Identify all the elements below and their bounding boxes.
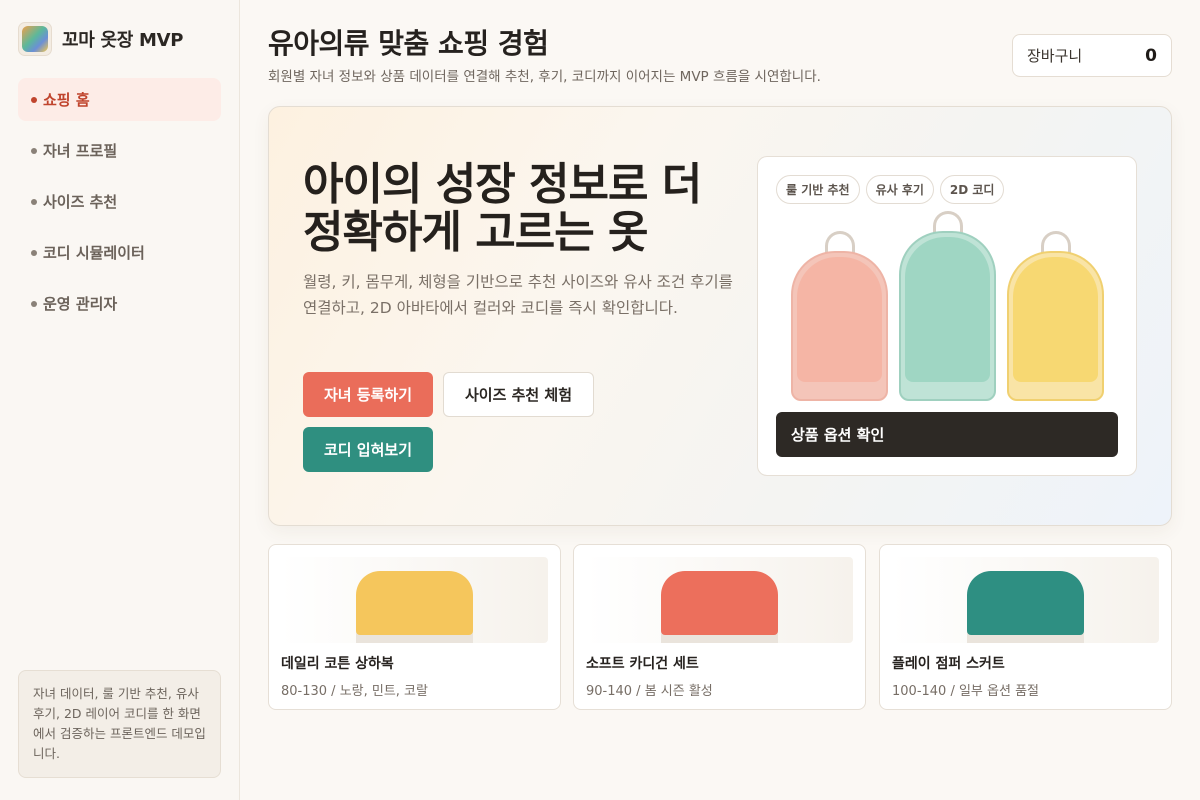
product-name: 플레이 점퍼 스커트 (892, 656, 1005, 672)
product-card[interactable]: 플레이 점퍼 스커트 100-140 / 일부 옵션 품절 (879, 544, 1172, 710)
cart-label: 장바구니 (1027, 47, 1083, 65)
bullet-icon (31, 249, 37, 256)
size-recommend-button[interactable]: 사이즈 추천 체험 (443, 372, 594, 417)
page-title: 유아의류 맞춤 쇼핑 경험 (268, 27, 549, 60)
shirt-icon (356, 571, 473, 635)
try-coordi-button[interactable]: 코디 입혀보기 (303, 427, 433, 472)
feature-chips: 룰 기반 추천 유사 후기 2D 코디 (776, 175, 1005, 204)
shirt-icon (661, 571, 778, 635)
bag-icon-mint (899, 211, 996, 401)
sidebar-item-shopping-home[interactable]: 쇼핑 홈 (18, 78, 221, 121)
product-thumbnail (586, 557, 853, 643)
product-meta: 100-140 / 일부 옵션 품절 (892, 684, 1039, 699)
shirt-icon (967, 571, 1084, 635)
sidebar-item-label: 운영 관리자 (43, 295, 118, 313)
hero-banner: 아이의 성장 정보로 더 정확하게 고르는 옷 월령, 키, 몸무게, 체형을 … (268, 106, 1172, 526)
bag-icon-yellow (1007, 231, 1104, 401)
product-card[interactable]: 소프트 카디건 세트 90-140 / 봄 시즌 활성 (573, 544, 866, 710)
sidebar-item-coordi-simulator[interactable]: 코디 시뮬레이터 (18, 231, 221, 274)
page-subtitle: 회원별 자녀 정보와 상품 데이터를 연결해 추천, 후기, 코디까지 이어지는… (268, 69, 821, 85)
hero-description: 월령, 키, 몸무게, 체형을 기반으로 추천 사이즈와 유사 조건 후기를 연… (303, 273, 733, 317)
brand-logo-icon (18, 22, 52, 56)
brand-name: 꼬마 옷장 MVP (62, 30, 184, 51)
chip-rule-recommend: 룰 기반 추천 (776, 175, 860, 204)
bullet-icon (31, 198, 37, 205)
sidebar-item-label: 사이즈 추천 (43, 193, 118, 211)
hero-title: 아이의 성장 정보로 더 정확하게 고르는 옷 (303, 159, 702, 258)
sidebar-note: 자녀 데이터, 룰 기반 추천, 유사 후기, 2D 레이어 코디를 한 화면에… (18, 670, 221, 778)
product-option-button[interactable]: 상품 옵션 확인 (776, 412, 1118, 457)
chip-2d-coordi: 2D 코디 (939, 175, 1005, 204)
register-child-button[interactable]: 자녀 등록하기 (303, 372, 433, 417)
product-card[interactable]: 데일리 코튼 상하복 80-130 / 노랑, 민트, 코랄 (268, 544, 561, 710)
sidebar-item-label: 쇼핑 홈 (43, 91, 90, 109)
product-thumbnail (281, 557, 548, 643)
sidebar-item-label: 코디 시뮬레이터 (43, 244, 145, 262)
cart-button[interactable]: 장바구니 0 (1012, 34, 1172, 77)
sidebar-item-admin[interactable]: 운영 관리자 (18, 282, 221, 325)
product-thumbnail (892, 557, 1159, 643)
product-name: 데일리 코튼 상하복 (281, 656, 394, 672)
sidebar-nav: 쇼핑 홈 자녀 프로필 사이즈 추천 코디 시뮬레이터 운영 관리자 (18, 78, 221, 333)
cart-count: 0 (1145, 45, 1157, 66)
main-content: 유아의류 맞춤 쇼핑 경험 회원별 자녀 정보와 상품 데이터를 연결해 추천,… (240, 0, 1200, 800)
sidebar-item-size-recommend[interactable]: 사이즈 추천 (18, 180, 221, 223)
sidebar: 꼬마 옷장 MVP 쇼핑 홈 자녀 프로필 사이즈 추천 코디 시뮬레이터 운영… (0, 0, 240, 800)
chip-similar-review: 유사 후기 (865, 175, 934, 204)
bullet-icon (31, 147, 37, 154)
product-meta: 90-140 / 봄 시즌 활성 (586, 684, 713, 699)
brand[interactable]: 꼬마 옷장 MVP (18, 22, 183, 56)
bullet-icon (31, 96, 37, 103)
sidebar-item-child-profile[interactable]: 자녀 프로필 (18, 129, 221, 172)
product-name: 소프트 카디건 세트 (586, 656, 699, 672)
product-preview-card: 룰 기반 추천 유사 후기 2D 코디 상품 옵션 확인 (757, 156, 1137, 476)
bag-icon-coral (791, 231, 888, 401)
bullet-icon (31, 300, 37, 307)
product-meta: 80-130 / 노랑, 민트, 코랄 (281, 684, 428, 699)
sidebar-item-label: 자녀 프로필 (43, 142, 118, 160)
